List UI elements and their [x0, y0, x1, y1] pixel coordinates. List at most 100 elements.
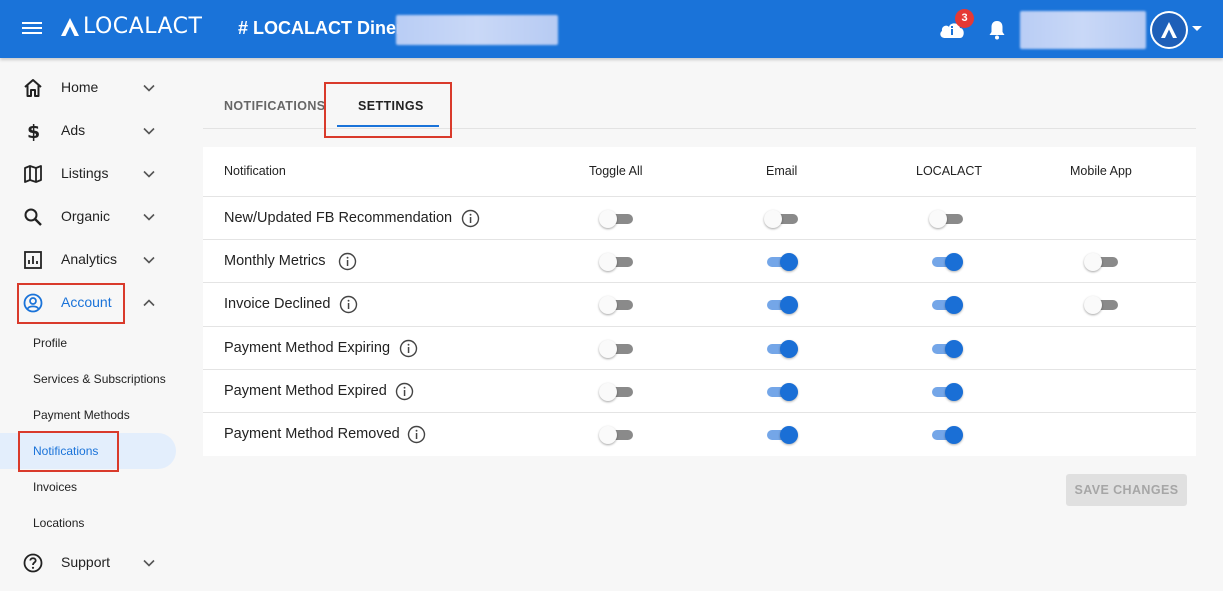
notification-count-badge: 3: [955, 9, 974, 28]
sidebar-item-analytics[interactable]: Analytics: [0, 239, 185, 279]
toggle-knob: [945, 426, 963, 444]
email-toggle[interactable]: [764, 383, 800, 401]
chevron-down-icon: [143, 256, 155, 264]
sidebar-item-label: Organic: [61, 208, 111, 224]
toggle-knob: [780, 253, 798, 271]
sidebar-item-label: Home: [61, 79, 99, 95]
localact-logo[interactable]: LOCALACT: [60, 14, 202, 39]
toggle-all-toggle[interactable]: [599, 426, 635, 444]
email-toggle[interactable]: [764, 340, 800, 358]
toggle-knob: [945, 383, 963, 401]
logo-text: LOCALACT: [83, 14, 203, 39]
notification-label: Monthly Metrics: [224, 253, 326, 269]
toggle-all-toggle[interactable]: [599, 340, 635, 358]
table-row: Payment Method Expired: [203, 369, 1196, 412]
email-toggle[interactable]: [764, 296, 800, 314]
sidebar-subitem-label: Profile: [33, 336, 68, 350]
column-header-toggle-all: Toggle All: [589, 164, 643, 178]
column-header-notification: Notification: [224, 164, 286, 178]
sidebar-subitem-payment-methods[interactable]: Payment Methods: [0, 397, 176, 433]
notification-label: Payment Method Removed: [224, 426, 400, 442]
mobile-app-toggle[interactable]: [1084, 296, 1120, 314]
table-row: New/Updated FB Recommendation: [203, 196, 1196, 239]
caret-down-icon[interactable]: [1192, 26, 1202, 31]
localact-toggle[interactable]: [929, 210, 965, 228]
column-header-email: Email: [766, 164, 798, 178]
toggle-knob: [599, 426, 617, 444]
sidebar-subitem-label: Locations: [33, 516, 85, 530]
localact-logo-icon: [61, 17, 79, 36]
save-changes-button[interactable]: SAVE CHANGES: [1066, 474, 1187, 506]
sidebar: Home $ Ads Listings Organic Analytics Ac…: [0, 58, 190, 591]
sidebar-subitem-profile[interactable]: Profile: [0, 325, 176, 361]
tab-label: NOTIFICATIONS: [224, 99, 326, 113]
localact-toggle[interactable]: [929, 253, 965, 271]
top-app-bar: LOCALACT # LOCALACT Diner 3: [0, 0, 1223, 58]
svg-text:$: $: [27, 121, 40, 142]
toggle-knob: [1084, 296, 1102, 314]
info-icon[interactable]: [338, 252, 357, 271]
menu-icon[interactable]: [22, 19, 42, 39]
info-icon[interactable]: [399, 339, 418, 358]
notification-label: Invoice Declined: [224, 296, 331, 312]
sidebar-subitem-label: Payment Methods: [33, 408, 130, 422]
table-row: Payment Method Expiring: [203, 326, 1196, 369]
sidebar-item-support[interactable]: Support: [0, 542, 185, 582]
sidebar-item-label: Analytics: [61, 251, 118, 267]
toggle-knob: [929, 210, 947, 228]
tab-notifications[interactable]: NOTIFICATIONS: [203, 84, 336, 128]
email-toggle[interactable]: [764, 426, 800, 444]
email-toggle[interactable]: [764, 253, 800, 271]
toggle-knob: [945, 296, 963, 314]
sidebar-item-home[interactable]: Home: [0, 67, 185, 107]
dollar-icon: $: [27, 121, 40, 142]
notification-label: Payment Method Expired: [224, 383, 387, 399]
highlight-box-settings-tab: [324, 82, 452, 138]
sidebar-subitem-locations[interactable]: Locations: [0, 505, 176, 541]
toggle-knob: [780, 296, 798, 314]
toggle-knob: [599, 296, 617, 314]
sidebar-item-organic[interactable]: Organic: [0, 196, 185, 236]
info-icon[interactable]: [407, 425, 426, 444]
sidebar-item-label: Support: [61, 554, 111, 570]
sidebar-subitem-services-subscriptions[interactable]: Services & Subscriptions: [0, 361, 176, 397]
localact-toggle[interactable]: [929, 340, 965, 358]
user-avatar[interactable]: [1150, 11, 1188, 49]
toggle-all-toggle[interactable]: [599, 296, 635, 314]
localact-toggle[interactable]: [929, 383, 965, 401]
localact-avatar-icon: [1152, 13, 1186, 47]
toggle-knob: [780, 383, 798, 401]
sidebar-subitem-invoices[interactable]: Invoices: [0, 469, 176, 505]
toggle-all-toggle[interactable]: [599, 383, 635, 401]
chevron-down-icon: [143, 170, 155, 178]
info-icon[interactable]: [395, 382, 414, 401]
sidebar-subitem-label: Services & Subscriptions: [33, 372, 166, 386]
toggle-all-toggle[interactable]: [599, 210, 635, 228]
email-toggle[interactable]: [764, 210, 800, 228]
info-icon[interactable]: [461, 209, 480, 228]
sidebar-item-listings[interactable]: Listings: [0, 153, 185, 193]
redacted-user-name: [1020, 11, 1146, 49]
sidebar-item-ads[interactable]: $ Ads: [0, 110, 185, 150]
toggle-knob: [780, 340, 798, 358]
notification-label: New/Updated FB Recommendation: [224, 210, 453, 226]
chevron-down-icon: [143, 127, 155, 135]
sidebar-item-label: Ads: [61, 122, 86, 138]
toggle-knob: [945, 340, 963, 358]
sidebar-subitem-label: Invoices: [33, 480, 78, 494]
help-icon: [23, 553, 43, 573]
mobile-app-toggle[interactable]: [1084, 253, 1120, 271]
map-icon: [24, 165, 42, 183]
toggle-knob: [599, 210, 617, 228]
toggle-knob: [599, 253, 617, 271]
table-row: Payment Method Removed: [203, 412, 1196, 455]
info-icon[interactable]: [339, 295, 358, 314]
highlight-box-account: [17, 283, 125, 324]
toggle-knob: [945, 253, 963, 271]
analytics-icon: [24, 251, 42, 269]
localact-toggle[interactable]: [929, 296, 965, 314]
localact-toggle[interactable]: [929, 426, 965, 444]
toggle-all-toggle[interactable]: [599, 253, 635, 271]
toggle-knob: [764, 210, 782, 228]
bell-icon[interactable]: [987, 19, 1007, 41]
